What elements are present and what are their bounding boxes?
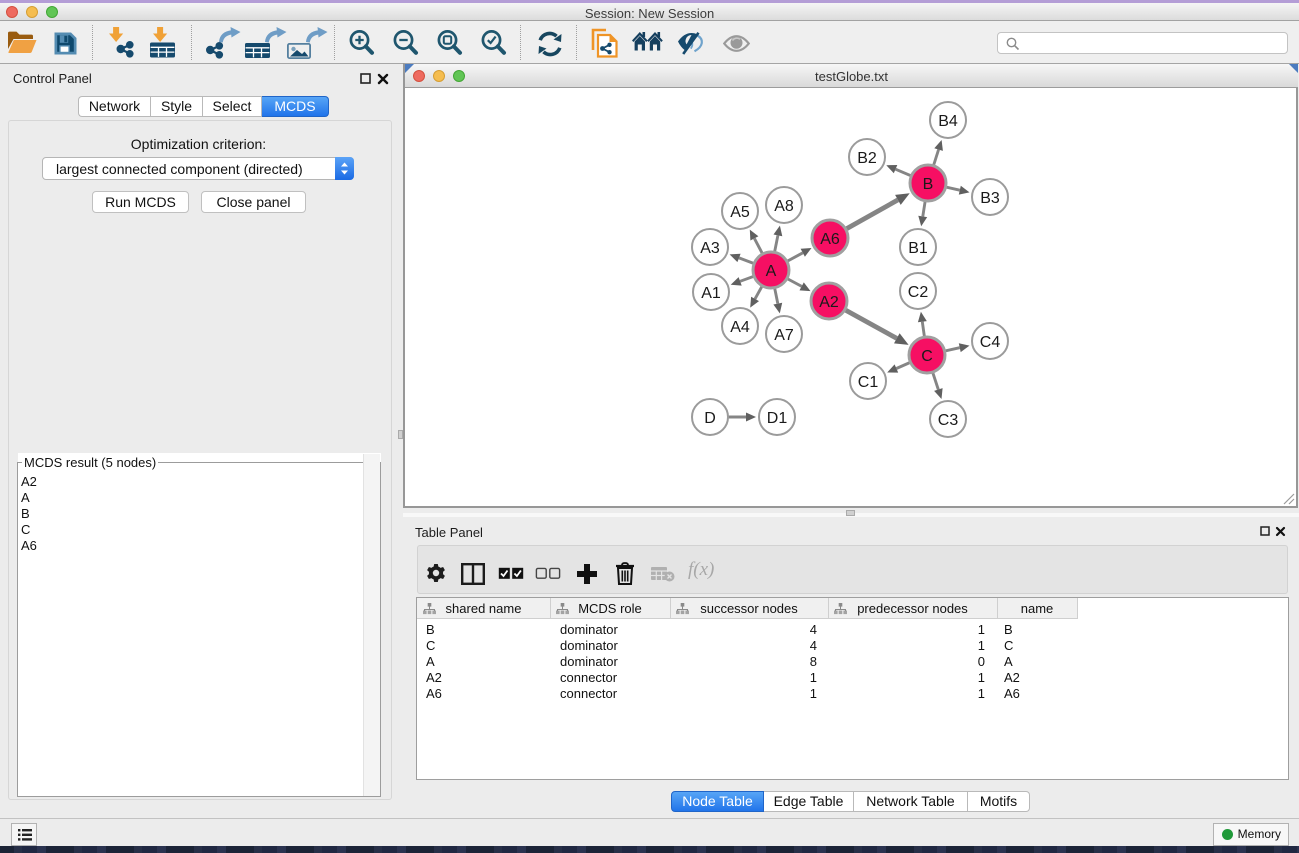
svg-text:B: B [923, 176, 934, 193]
svg-text:A7: A7 [774, 327, 794, 344]
svg-text:D1: D1 [767, 410, 788, 427]
svg-text:B2: B2 [857, 150, 877, 167]
svg-text:C2: C2 [908, 284, 929, 301]
svg-text:B4: B4 [938, 113, 958, 130]
svg-text:B1: B1 [908, 240, 928, 257]
svg-text:A2: A2 [819, 294, 839, 311]
svg-text:A1: A1 [701, 285, 721, 302]
svg-text:D: D [704, 410, 716, 427]
svg-text:A: A [766, 263, 777, 280]
svg-text:A6: A6 [820, 231, 840, 248]
svg-text:A5: A5 [730, 204, 750, 221]
svg-text:C: C [921, 348, 933, 365]
svg-text:C3: C3 [938, 412, 959, 429]
svg-text:A8: A8 [774, 198, 794, 215]
svg-text:C4: C4 [980, 334, 1001, 351]
svg-text:A4: A4 [730, 319, 750, 336]
svg-text:C1: C1 [858, 374, 879, 391]
svg-text:B3: B3 [980, 190, 1000, 207]
svg-text:A3: A3 [700, 240, 720, 257]
